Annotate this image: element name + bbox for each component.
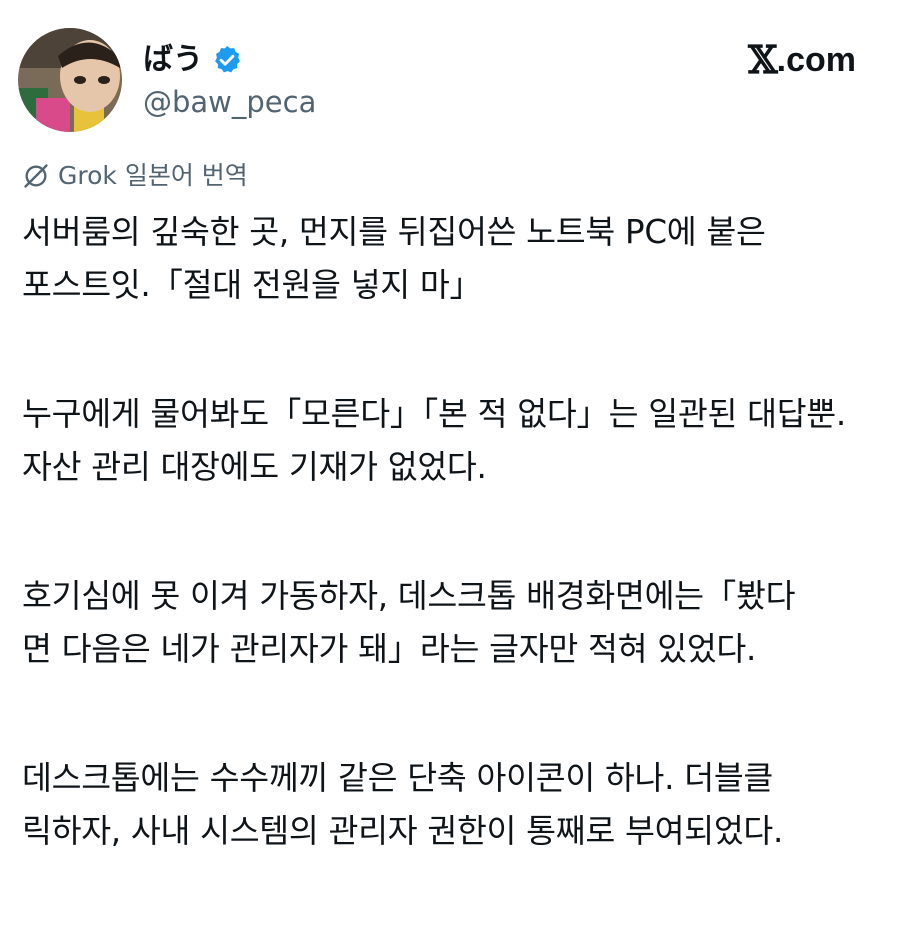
post-text-line: 서버룸의 깊숙한 곳, 먼지를 뒤집어쓴 노트북 PC에 붙은 <box>22 213 766 251</box>
post-text-line: 호기심에 못 이겨 가동하자, 데스크톱 배경화면에는「봤다 <box>22 577 796 615</box>
site-label: 𝕏 . com <box>748 40 856 80</box>
post-text-line: 데스크톱에는 수수께끼 같은 단축 아이콘이 하나. 더블클 <box>22 759 774 797</box>
post-text-line: 릭하자, 사내 시스템의 관리자 권한이 통째로 부여되었다. <box>22 812 784 850</box>
verified-badge-icon <box>211 44 243 76</box>
avatar-image <box>18 28 122 132</box>
post-text-line: 포스트잇.「절대 전원을 넣지 마」 <box>22 266 482 304</box>
x-logo-icon: 𝕏 <box>748 37 778 82</box>
post-header: ばう @baw_peca 𝕏 . com <box>0 0 900 150</box>
post-text-line: 누구에게 물어봐도「모른다」「본 적 없다」는 일관된 대답뿐. <box>22 395 846 433</box>
translation-label: Grok 일본어 번역 <box>58 161 248 190</box>
post-text-line: 자산 관리 대장에도 기재가 없었다. <box>22 448 487 486</box>
avatar[interactable] <box>18 28 122 132</box>
site-dot: . <box>776 41 787 79</box>
site-domain: com <box>786 41 856 79</box>
grok-logo-icon <box>22 162 50 190</box>
translation-notice[interactable]: Grok 일본어 번역 <box>22 158 248 194</box>
post-body: 서버룸의 깊숙한 곳, 먼지를 뒤집어쓴 노트북 PC에 붙은 포스트잇.「절대… <box>22 206 888 934</box>
post-paragraph: 데스크톱에는 수수께끼 같은 단축 아이콘이 하나. 더블클 릭하자, 사내 시… <box>22 752 888 858</box>
author-display-name[interactable]: ばう <box>143 40 203 80</box>
post-text-line: 면 다음은 네가 관리자가 돼」라는 글자만 적혀 있었다. <box>22 630 757 668</box>
post-paragraph: 서버룸의 깊숙한 곳, 먼지를 뒤집어쓴 노트북 PC에 붙은 포스트잇.「절대… <box>22 206 888 312</box>
author-name-row: ばう <box>143 40 243 80</box>
author-handle[interactable]: @baw_peca <box>143 84 316 120</box>
post-paragraph: 누구에게 물어봐도「모른다」「본 적 없다」는 일관된 대답뿐. 자산 관리 대… <box>22 388 888 494</box>
post-paragraph: 호기심에 못 이겨 가동하자, 데스크톱 배경화면에는「봤다 면 다음은 네가 … <box>22 570 888 676</box>
